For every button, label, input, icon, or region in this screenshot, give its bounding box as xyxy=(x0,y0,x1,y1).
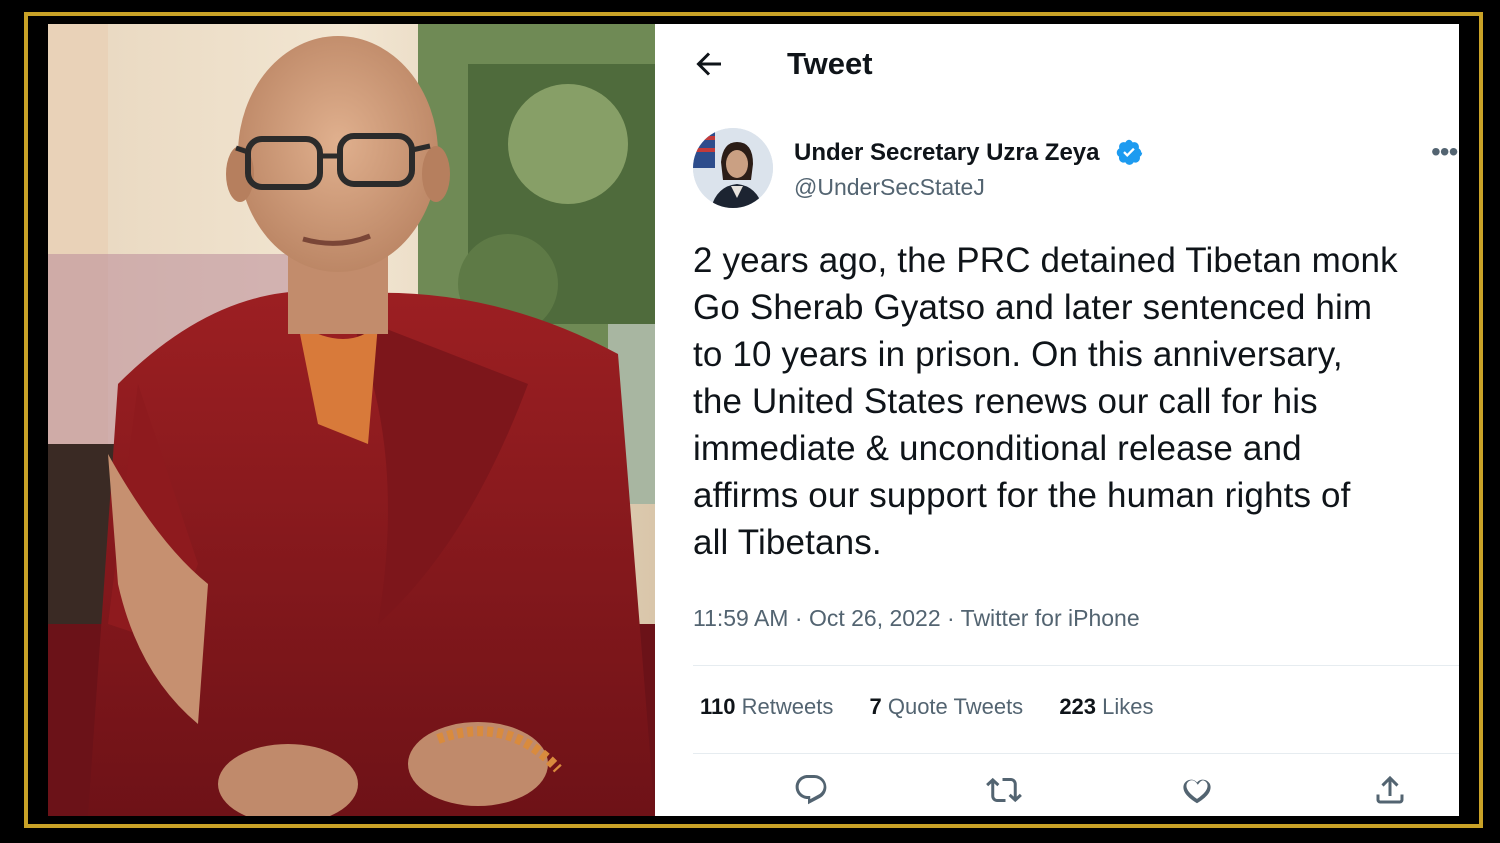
share-icon[interactable] xyxy=(1368,768,1412,812)
quotes-label: Quote Tweets xyxy=(887,694,1024,719)
page-title: Tweet xyxy=(787,46,873,81)
tweet-card: Tweet Under Secretary Uzra Zeya @UnderSe… xyxy=(655,24,1459,816)
tweet-date[interactable]: Oct 26, 2022 xyxy=(809,605,941,631)
more-options-icon[interactable]: ••• xyxy=(1431,138,1458,166)
tweet-meta: 11:59 AM · Oct 26, 2022 · Twitter for iP… xyxy=(693,605,1140,632)
back-arrow-icon[interactable] xyxy=(691,46,727,82)
tweet-stats: 110 Retweets 7 Quote Tweets 223 Likes xyxy=(700,694,1184,720)
divider xyxy=(693,665,1459,666)
tweet-text: 2 years ago, the PRC detained Tibetan mo… xyxy=(693,241,1398,562)
likes-count: 223 xyxy=(1059,694,1097,719)
tweet-actions xyxy=(655,768,1459,814)
retweets-count: 110 xyxy=(700,694,736,719)
tweet-time[interactable]: 11:59 AM xyxy=(693,605,788,631)
image-frame: Tweet Under Secretary Uzra Zeya @UnderSe… xyxy=(24,12,1483,828)
quotes-count: 7 xyxy=(869,694,882,719)
likes-stat[interactable]: 223 Likes xyxy=(1059,694,1153,720)
quote-tweets-stat[interactable]: 7 Quote Tweets xyxy=(869,694,1023,720)
author-handle[interactable]: @UnderSecStateJ xyxy=(794,174,985,201)
monk-photo xyxy=(48,24,655,816)
author-name[interactable]: Under Secretary Uzra Zeya xyxy=(794,139,1099,167)
meta-separator: · xyxy=(947,605,961,631)
meta-separator: · xyxy=(794,605,809,631)
verified-badge-icon xyxy=(1115,138,1143,166)
retweets-label: Retweets xyxy=(741,694,834,719)
tweet-header: Tweet xyxy=(655,24,1459,104)
divider xyxy=(693,753,1459,754)
tweet-source[interactable]: Twitter for iPhone xyxy=(961,605,1140,631)
reply-icon[interactable] xyxy=(789,768,833,812)
avatar[interactable] xyxy=(693,128,773,208)
likes-label: Likes xyxy=(1102,694,1154,719)
like-heart-icon[interactable] xyxy=(1175,768,1219,812)
retweets-stat[interactable]: 110 Retweets xyxy=(700,694,833,720)
retweet-icon[interactable] xyxy=(982,768,1026,812)
